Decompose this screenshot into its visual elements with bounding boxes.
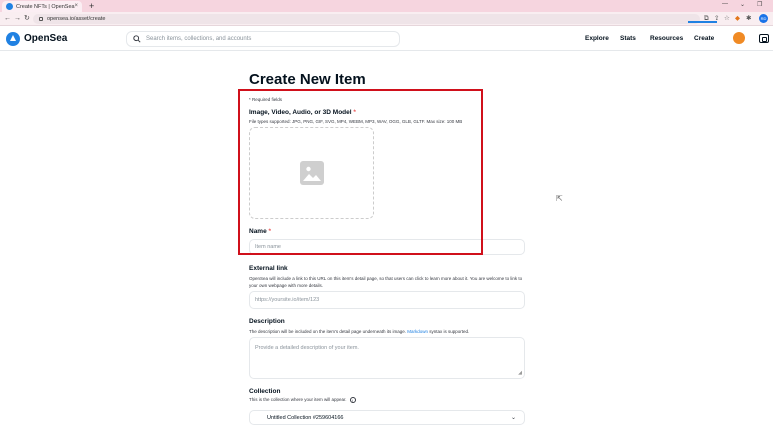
browser-toolbar: ← → ↻ opensea.io/asset/create ⧉ ⇪ ☆ ◆ ✱ xyxy=(0,12,773,26)
user-avatar[interactable] xyxy=(733,32,745,44)
external-link-label: External link xyxy=(249,265,288,272)
site-header: OpenSea Search items, collections, and a… xyxy=(0,27,773,51)
opensea-logo-icon[interactable] xyxy=(6,32,20,46)
nav-resources[interactable]: Resources xyxy=(650,35,683,42)
restore-icon[interactable]: ❐ xyxy=(757,1,762,8)
external-link-field[interactable]: https://yoursite.io/item/123 xyxy=(249,291,525,309)
info-icon[interactable]: i xyxy=(349,396,356,403)
dropdown-icon[interactable]: ⌄ xyxy=(740,1,745,8)
description-hint: The description will be included on the … xyxy=(249,329,470,334)
brand-name[interactable]: OpenSea xyxy=(24,33,67,44)
bookmark-star-icon[interactable]: ☆ xyxy=(724,14,730,23)
reload-icon[interactable]: ↻ xyxy=(24,14,30,23)
new-tab-button[interactable]: + xyxy=(89,1,94,11)
mouse-cursor-icon: ⇱ xyxy=(556,194,563,203)
metamask-icon[interactable]: ◆ xyxy=(735,14,740,23)
search-input[interactable]: Search items, collections, and accounts xyxy=(126,31,400,47)
required-fields-note: * Required fields xyxy=(249,97,283,102)
description-label: Description xyxy=(249,318,285,325)
resize-handle-icon[interactable]: ◢ xyxy=(518,370,522,376)
active-nav-indicator xyxy=(688,21,717,23)
collection-select[interactable]: Untitled Collection #259604166 ⌄ xyxy=(249,410,525,425)
collection-label: Collection xyxy=(249,388,281,395)
name-field[interactable]: Item name xyxy=(249,239,525,255)
name-label: Name * xyxy=(249,228,272,235)
chevron-down-icon: ⌄ xyxy=(510,415,516,421)
search-placeholder: Search items, collections, and accounts xyxy=(146,36,252,42)
opensea-favicon-icon xyxy=(6,3,13,10)
nav-stats[interactable]: Stats xyxy=(620,35,636,42)
forward-icon[interactable]: → xyxy=(14,14,21,23)
url-text: opensea.io/asset/create xyxy=(47,16,106,22)
tab-title: Create NFTs | OpenSea xyxy=(16,3,75,10)
external-link-placeholder: https://yoursite.io/item/123 xyxy=(255,297,320,303)
address-bar[interactable]: opensea.io/asset/create xyxy=(33,14,700,24)
lock-icon xyxy=(39,17,43,21)
collection-value: Untitled Collection #259604166 xyxy=(267,414,344,421)
minimize-icon[interactable]: — xyxy=(722,1,728,7)
description-placeholder: Provide a detailed description of your i… xyxy=(255,345,359,351)
browser-profile-avatar[interactable]: RD xyxy=(759,14,768,23)
search-icon xyxy=(133,35,141,43)
browser-tab[interactable]: Create NFTs | OpenSea × xyxy=(2,1,82,12)
media-hint: File types supported: JPG, PNG, GIF, SVG… xyxy=(249,119,463,124)
collection-hint: This is the collection where your item w… xyxy=(249,396,525,403)
tab-close-icon[interactable]: × xyxy=(74,3,78,9)
back-icon[interactable]: ← xyxy=(4,14,11,23)
markdown-link[interactable]: Markdown xyxy=(407,329,428,334)
media-upload-dropzone[interactable] xyxy=(249,127,374,219)
nav-create[interactable]: Create xyxy=(694,35,714,42)
description-field[interactable]: Provide a detailed description of your i… xyxy=(249,337,525,379)
nav-explore[interactable]: Explore xyxy=(585,35,609,42)
wallet-icon[interactable] xyxy=(759,34,769,43)
browser-tab-strip: Create NFTs | OpenSea × + — ⌄ ❐ xyxy=(0,0,773,12)
media-label: Image, Video, Audio, or 3D Model * xyxy=(249,109,356,116)
image-placeholder-icon xyxy=(299,161,324,185)
extensions-icon[interactable]: ✱ xyxy=(746,14,751,23)
page-title: Create New Item xyxy=(249,71,366,88)
name-placeholder: Item name xyxy=(255,244,281,250)
external-link-hint: OpenSea will include a link to this URL … xyxy=(249,276,523,288)
